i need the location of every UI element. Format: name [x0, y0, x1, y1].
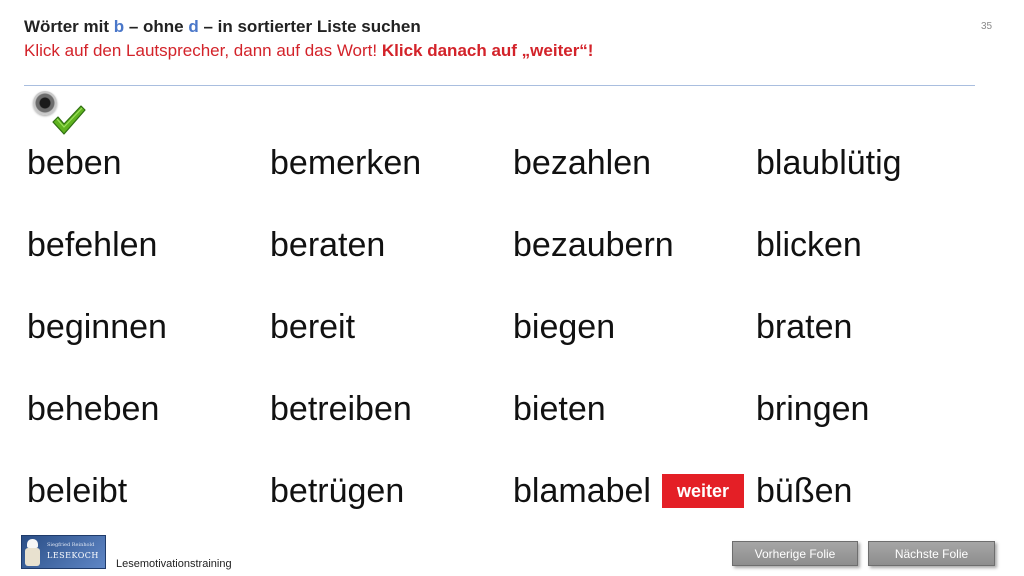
word-col2-2[interactable]: beraten: [270, 220, 385, 270]
word-col1-1[interactable]: beben: [27, 138, 122, 188]
instruction-normal: Klick auf den Lautsprecher, dann auf das…: [24, 41, 382, 60]
word-col4-4[interactable]: bringen: [756, 384, 869, 434]
word-col2-4[interactable]: betreiben: [270, 384, 412, 434]
word-col3-4[interactable]: bieten: [513, 384, 606, 434]
word-col2-1[interactable]: bemerken: [270, 138, 421, 188]
footer-label: Lesemotivationstraining: [116, 558, 232, 570]
title-text-2: – ohne: [124, 17, 189, 36]
word-col4-2[interactable]: blicken: [756, 220, 862, 270]
title-letter-d: d: [188, 17, 199, 36]
instruction-bold: Klick danach auf „weiter“!: [381, 41, 594, 60]
word-grid: beben befehlen beginnen beheben beleibt …: [27, 138, 987, 538]
weiter-button[interactable]: weiter: [662, 474, 744, 508]
word-col2-3[interactable]: bereit: [270, 302, 355, 352]
slide-number: 35: [981, 21, 993, 32]
word-col2-5[interactable]: betrügen: [270, 466, 404, 516]
word-col4-1[interactable]: blaublütig: [756, 138, 902, 188]
checkmark-icon: [52, 105, 86, 135]
word-col1-4[interactable]: beheben: [27, 384, 159, 434]
word-col3-5[interactable]: blamabel: [513, 466, 651, 516]
title-text-1: Wörter mit: [24, 17, 114, 36]
title-letter-b: b: [113, 17, 125, 36]
word-col4-3[interactable]: braten: [756, 302, 852, 352]
word-col1-2[interactable]: befehlen: [27, 220, 157, 270]
word-col1-3[interactable]: beginnen: [27, 302, 167, 352]
logo-subtext: Siegfried Reinhold: [47, 542, 95, 548]
chef-figure-icon: [25, 548, 40, 566]
logo-wordmark: LESEKOCH: [47, 551, 99, 560]
header-divider: [24, 85, 975, 86]
previous-slide-button[interactable]: Vorherige Folie: [732, 541, 858, 566]
next-slide-button[interactable]: Nächste Folie: [868, 541, 995, 566]
lesekoch-logo: Siegfried Reinhold LESEKOCH: [21, 535, 106, 569]
chef-hat-icon: [27, 539, 38, 548]
word-col3-3[interactable]: biegen: [513, 302, 615, 352]
word-col3-1[interactable]: bezahlen: [513, 138, 651, 188]
instruction-line: Klick auf den Lautsprecher, dann auf das…: [24, 41, 593, 61]
word-col4-5[interactable]: büßen: [756, 466, 852, 516]
word-col3-2[interactable]: bezaubern: [513, 220, 674, 270]
word-col1-5[interactable]: beleibt: [27, 466, 127, 516]
title-text-3: – in sortierter Liste suchen: [198, 17, 421, 36]
slide-title: Wörter mit b – ohne d – in sortierter Li…: [24, 17, 421, 37]
